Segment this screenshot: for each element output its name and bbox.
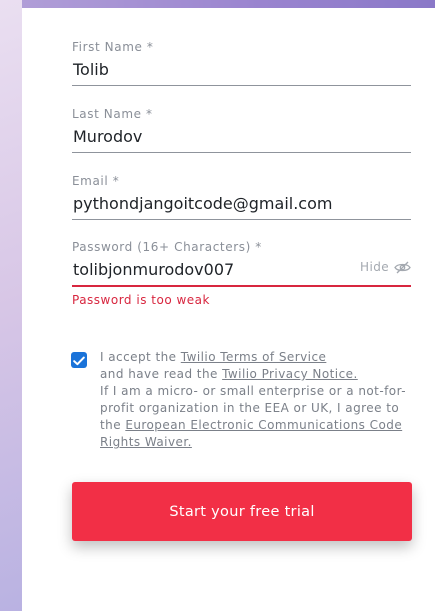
background-decoration <box>0 0 22 611</box>
first-name-field: First Name * Tolib <box>72 39 411 86</box>
password-value: tolibjonmurodov007 <box>73 260 235 279</box>
terms-checkbox[interactable] <box>71 352 87 368</box>
last-name-value: Murodov <box>73 127 143 146</box>
consent-text-1: I accept the <box>100 350 181 364</box>
last-name-input[interactable]: Murodov <box>72 122 411 153</box>
start-free-trial-button[interactable]: Start your free trial <box>72 482 412 541</box>
hide-label: Hide <box>360 260 389 274</box>
consent-text-2: and have read the <box>100 367 223 381</box>
terms-of-service-link[interactable]: Twilio Terms of Service <box>181 350 327 364</box>
eye-slash-icon <box>394 261 411 274</box>
first-name-label: First Name * <box>72 40 154 54</box>
first-name-input[interactable]: Tolib <box>72 55 411 86</box>
first-name-value: Tolib <box>73 60 109 79</box>
password-hide-toggle[interactable]: Hide <box>360 260 411 274</box>
signup-form-card: First Name * Tolib Last Name * Murodov E… <box>22 8 435 611</box>
consent-text: I accept the Twilio Terms of Service and… <box>100 349 420 451</box>
password-label: Password (16+ Characters) * <box>72 240 262 254</box>
email-label: Email * <box>72 174 120 188</box>
checkmark-icon <box>73 351 85 370</box>
top-gradient-strip <box>0 0 435 8</box>
eecc-waiver-link[interactable]: European Electronic Communications Code … <box>100 418 402 449</box>
email-value: pythondjangoitcode@gmail.com <box>73 194 333 213</box>
email-input[interactable]: pythondjangoitcode@gmail.com <box>72 189 411 220</box>
password-error-message: Password is too weak <box>72 293 210 307</box>
privacy-notice-link[interactable]: Twilio Privacy Notice. <box>222 367 358 381</box>
password-field: Password (16+ Characters) * tolibjonmuro… <box>72 239 411 307</box>
password-input[interactable]: tolibjonmurodov007 Hide <box>72 255 411 287</box>
email-field: Email * pythondjangoitcode@gmail.com <box>72 173 411 220</box>
last-name-label: Last Name * <box>72 107 153 121</box>
last-name-field: Last Name * Murodov <box>72 106 411 153</box>
